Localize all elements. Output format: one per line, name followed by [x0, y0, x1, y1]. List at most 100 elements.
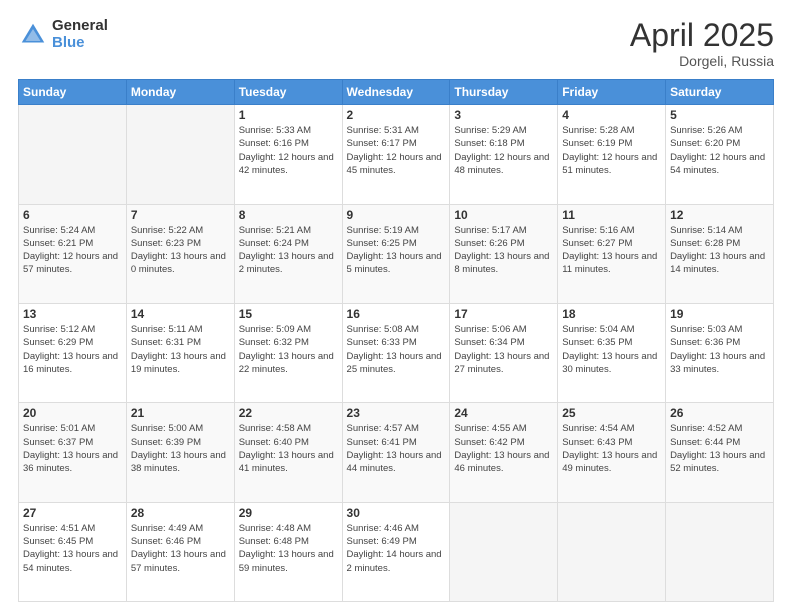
day-number: 5: [670, 108, 769, 122]
calendar-cell: 5Sunrise: 5:26 AM Sunset: 6:20 PM Daylig…: [666, 105, 774, 204]
day-number: 29: [239, 506, 338, 520]
calendar-cell: 30Sunrise: 4:46 AM Sunset: 6:49 PM Dayli…: [342, 502, 450, 601]
calendar-cell: 6 Sunrise: 5:24 AM Sunset: 6:21 PM Daylig…: [19, 204, 127, 303]
day-number: 8: [239, 208, 338, 222]
day-info: Sunrise: 4:52 AM Sunset: 6:44 PM Dayligh…: [670, 422, 769, 475]
day-info: Sunrise: 4:51 AM Sunset: 6:45 PM Dayligh…: [23, 522, 122, 575]
day-number: 24: [454, 406, 553, 420]
day-number: 14: [131, 307, 230, 321]
day-info: Sunrise: 5:21 AM Sunset: 6:24 PM Dayligh…: [239, 224, 338, 277]
calendar-cell: 10Sunrise: 5:17 AM Sunset: 6:26 PM Dayli…: [450, 204, 558, 303]
day-number: 12: [670, 208, 769, 222]
calendar-cell: 1 Sunrise: 5:33 AM Sunset: 6:16 PM Daylig…: [234, 105, 342, 204]
logo-blue-text: Blue: [52, 35, 108, 52]
day-info: Sunrise: 5:06 AM Sunset: 6:34 PM Dayligh…: [454, 323, 553, 376]
day-of-week-header: Saturday: [666, 80, 774, 105]
day-number: 20: [23, 406, 122, 420]
day-info: Sunrise: 5:01 AM Sunset: 6:37 PM Dayligh…: [23, 422, 122, 475]
day-info: Sunrise: 5:14 AM Sunset: 6:28 PM Dayligh…: [670, 224, 769, 277]
calendar-cell: 29 Sunrise: 4:48 AM Sunset: 6:48 PM Dayli…: [234, 502, 342, 601]
day-number: 2: [347, 108, 446, 122]
calendar-cell: 28 Sunrise: 4:49 AM Sunset: 6:46 PM Dayli…: [126, 502, 234, 601]
calendar-cell: 3 Sunrise: 5:29 AM Sunset: 6:18 PM Daylig…: [450, 105, 558, 204]
day-of-week-header: Thursday: [450, 80, 558, 105]
day-number: 16: [347, 307, 446, 321]
logo: General Blue: [18, 18, 108, 51]
day-info: Sunrise: 4:49 AM Sunset: 6:46 PM Dayligh…: [131, 522, 230, 575]
calendar-week-row: 20 Sunrise: 5:01 AM Sunset: 6:37 PM Dayli…: [19, 403, 774, 502]
calendar-cell: 25 Sunrise: 4:54 AM Sunset: 6:43 PM Dayli…: [558, 403, 666, 502]
day-info: Sunrise: 4:57 AM Sunset: 6:41 PM Dayligh…: [347, 422, 446, 475]
calendar-week-row: 6 Sunrise: 5:24 AM Sunset: 6:21 PM Daylig…: [19, 204, 774, 303]
calendar-cell: 20 Sunrise: 5:01 AM Sunset: 6:37 PM Dayli…: [19, 403, 127, 502]
logo-text: General Blue: [52, 18, 108, 51]
day-info: Sunrise: 5:16 AM Sunset: 6:27 PM Dayligh…: [562, 224, 661, 277]
day-info: Sunrise: 5:31 AM Sunset: 6:17 PM Dayligh…: [347, 124, 446, 177]
day-of-week-header: Wednesday: [342, 80, 450, 105]
day-number: 15: [239, 307, 338, 321]
day-info: Sunrise: 5:09 AM Sunset: 6:32 PM Dayligh…: [239, 323, 338, 376]
calendar-cell: 8 Sunrise: 5:21 AM Sunset: 6:24 PM Daylig…: [234, 204, 342, 303]
day-info: Sunrise: 4:55 AM Sunset: 6:42 PM Dayligh…: [454, 422, 553, 475]
day-number: 30: [347, 506, 446, 520]
calendar-cell: 2 Sunrise: 5:31 AM Sunset: 6:17 PM Daylig…: [342, 105, 450, 204]
day-number: 11: [562, 208, 661, 222]
day-info: Sunrise: 5:29 AM Sunset: 6:18 PM Dayligh…: [454, 124, 553, 177]
location-subtitle: Dorgeli, Russia: [630, 53, 774, 69]
calendar-cell: 22 Sunrise: 4:58 AM Sunset: 6:40 PM Dayli…: [234, 403, 342, 502]
day-info: Sunrise: 5:19 AM Sunset: 6:25 PM Dayligh…: [347, 224, 446, 277]
day-number: 21: [131, 406, 230, 420]
month-title: April 2025: [630, 18, 774, 53]
day-info: Sunrise: 5:04 AM Sunset: 6:35 PM Dayligh…: [562, 323, 661, 376]
calendar-cell: 23 Sunrise: 4:57 AM Sunset: 6:41 PM Dayli…: [342, 403, 450, 502]
day-number: 19: [670, 307, 769, 321]
day-info: Sunrise: 5:33 AM Sunset: 6:16 PM Dayligh…: [239, 124, 338, 177]
day-number: 27: [23, 506, 122, 520]
day-number: 28: [131, 506, 230, 520]
calendar-cell: 11 Sunrise: 5:16 AM Sunset: 6:27 PM Dayli…: [558, 204, 666, 303]
day-number: 17: [454, 307, 553, 321]
calendar-cell: 14 Sunrise: 5:11 AM Sunset: 6:31 PM Dayli…: [126, 303, 234, 402]
day-number: 4: [562, 108, 661, 122]
day-info: Sunrise: 5:11 AM Sunset: 6:31 PM Dayligh…: [131, 323, 230, 376]
day-of-week-header: Sunday: [19, 80, 127, 105]
day-number: 7: [131, 208, 230, 222]
day-number: 13: [23, 307, 122, 321]
calendar-week-row: 1 Sunrise: 5:33 AM Sunset: 6:16 PM Daylig…: [19, 105, 774, 204]
calendar-week-row: 13 Sunrise: 5:12 AM Sunset: 6:29 PM Dayli…: [19, 303, 774, 402]
day-info: Sunrise: 5:08 AM Sunset: 6:33 PM Dayligh…: [347, 323, 446, 376]
day-info: Sunrise: 4:58 AM Sunset: 6:40 PM Dayligh…: [239, 422, 338, 475]
calendar-cell: 19 Sunrise: 5:03 AM Sunset: 6:36 PM Dayli…: [666, 303, 774, 402]
calendar-cell: 15 Sunrise: 5:09 AM Sunset: 6:32 PM Dayli…: [234, 303, 342, 402]
logo-icon: [18, 20, 48, 50]
day-number: 10: [454, 208, 553, 222]
day-number: 1: [239, 108, 338, 122]
day-number: 18: [562, 307, 661, 321]
day-info: Sunrise: 5:03 AM Sunset: 6:36 PM Dayligh…: [670, 323, 769, 376]
day-number: 6: [23, 208, 122, 222]
day-of-week-header: Monday: [126, 80, 234, 105]
day-number: 22: [239, 406, 338, 420]
day-info: Sunrise: 5:12 AM Sunset: 6:29 PM Dayligh…: [23, 323, 122, 376]
day-number: 23: [347, 406, 446, 420]
day-info: Sunrise: 4:48 AM Sunset: 6:48 PM Dayligh…: [239, 522, 338, 575]
calendar-cell: 9Sunrise: 5:19 AM Sunset: 6:25 PM Daylig…: [342, 204, 450, 303]
day-info: Sunrise: 5:28 AM Sunset: 6:19 PM Dayligh…: [562, 124, 661, 177]
calendar-cell: 13 Sunrise: 5:12 AM Sunset: 6:29 PM Dayli…: [19, 303, 127, 402]
day-number: 3: [454, 108, 553, 122]
calendar-cell: 26 Sunrise: 4:52 AM Sunset: 6:44 PM Dayli…: [666, 403, 774, 502]
day-info: Sunrise: 5:24 AM Sunset: 6:21 PM Dayligh…: [23, 224, 122, 277]
calendar-cell: [19, 105, 127, 204]
day-number: 25: [562, 406, 661, 420]
page: General Blue April 2025 Dorgeli, Russia …: [0, 0, 792, 612]
day-of-week-header: Friday: [558, 80, 666, 105]
calendar-cell: [450, 502, 558, 601]
day-of-week-header: Tuesday: [234, 80, 342, 105]
calendar-cell: 18 Sunrise: 5:04 AM Sunset: 6:35 PM Dayli…: [558, 303, 666, 402]
day-info: Sunrise: 4:54 AM Sunset: 6:43 PM Dayligh…: [562, 422, 661, 475]
calendar-cell: 24 Sunrise: 4:55 AM Sunset: 6:42 PM Dayli…: [450, 403, 558, 502]
day-number: 26: [670, 406, 769, 420]
calendar-cell: 27 Sunrise: 4:51 AM Sunset: 6:45 PM Dayli…: [19, 502, 127, 601]
day-info: Sunrise: 5:22 AM Sunset: 6:23 PM Dayligh…: [131, 224, 230, 277]
logo-general-text: General: [52, 18, 108, 35]
